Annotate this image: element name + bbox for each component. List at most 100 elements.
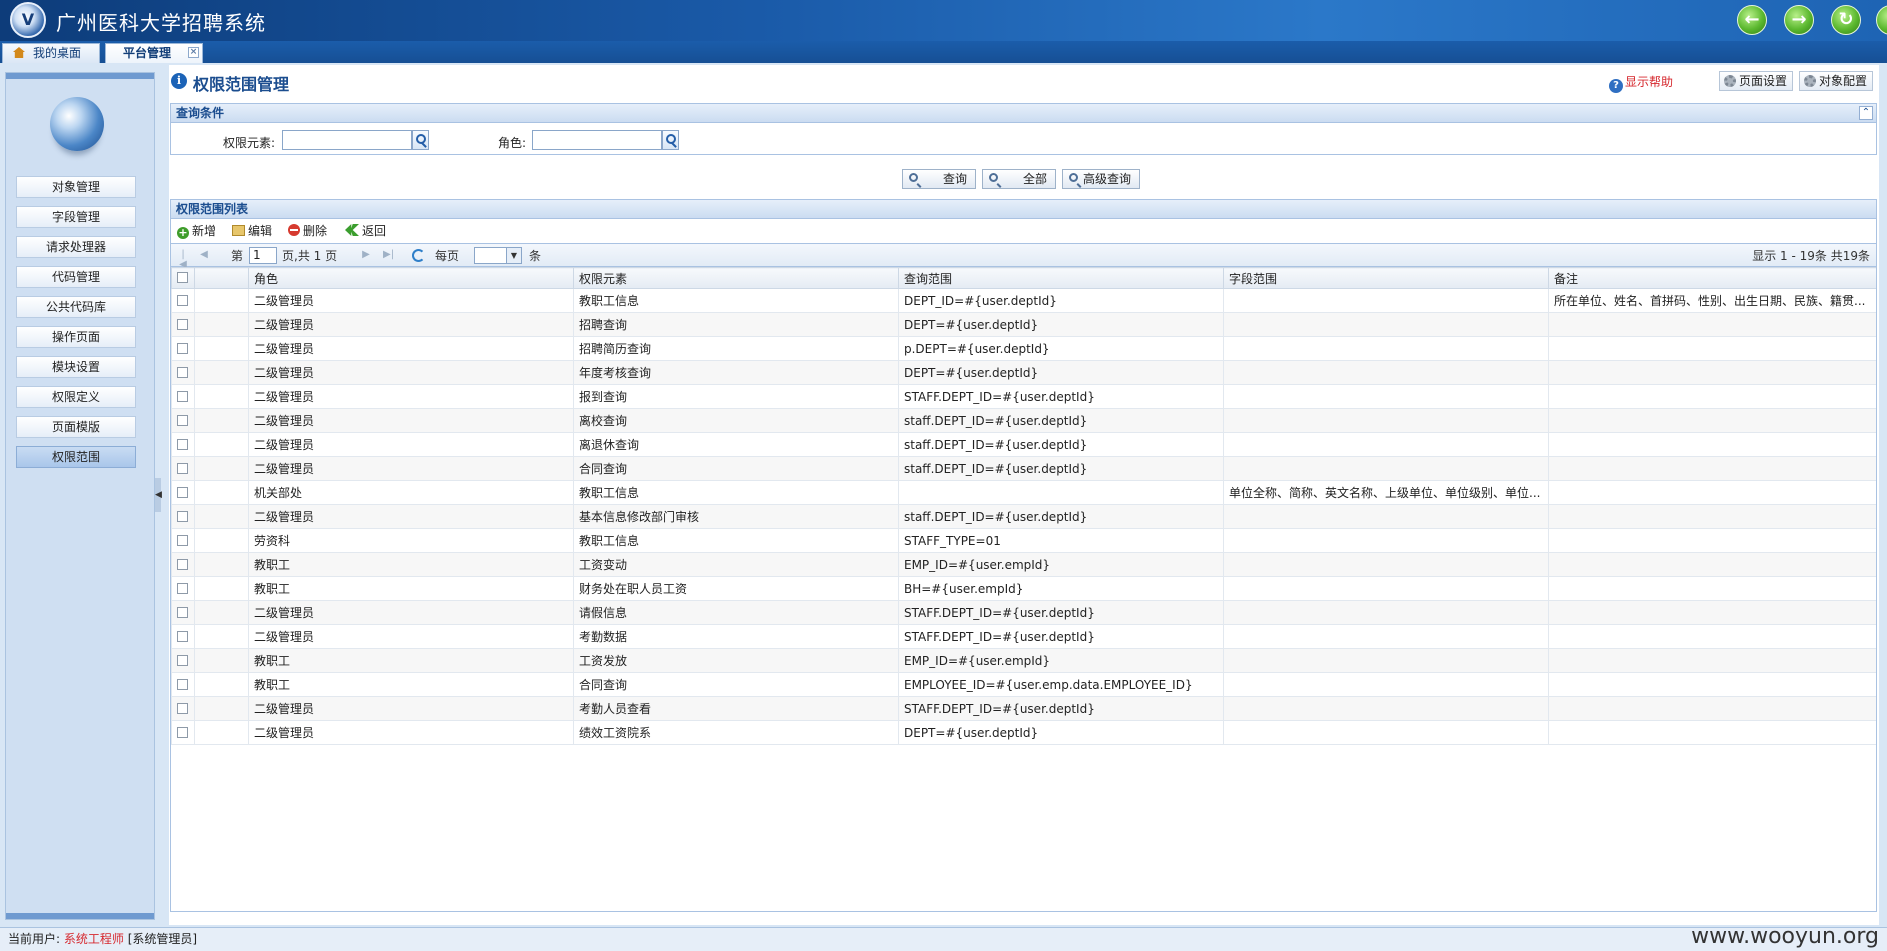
table-row[interactable]: 二级管理员 年度考核查询 DEPT=#{user.deptId} (171, 360, 1876, 385)
forward-arrow-icon[interactable]: → (1784, 5, 1814, 35)
sidebar-item-common-code-library[interactable]: 公共代码库 (16, 296, 136, 318)
row-checkbox[interactable] (177, 438, 188, 450)
close-icon[interactable]: × (188, 47, 199, 58)
page-settings-button[interactable]: 页面设置 (1718, 71, 1793, 91)
row-checkbox[interactable] (177, 582, 188, 594)
cell-element: 绩效工资院系 (573, 720, 899, 745)
row-checkbox[interactable] (177, 702, 188, 714)
sidebar-item-permission-definition[interactable]: 权限定义 (16, 386, 136, 408)
table-row[interactable]: 二级管理员 考勤人员查看 STAFF.DEPT_ID=#{user.deptId} (171, 696, 1876, 721)
row-checkbox[interactable] (177, 654, 188, 666)
cell-element: 合同查询 (573, 456, 899, 481)
tab-platform-management[interactable]: 平台管理 × (105, 43, 203, 63)
sidebar-item-object-management[interactable]: 对象管理 (16, 176, 136, 198)
table-row[interactable]: 劳资科 教职工信息 STAFF_TYPE=01 (171, 528, 1876, 553)
edit-button[interactable]: 编辑 (232, 223, 272, 239)
last-page-icon[interactable]: ▶| (383, 250, 394, 260)
table-row[interactable]: 二级管理员 招聘查询 DEPT=#{user.deptId} (171, 312, 1876, 337)
sidebar-item-code-management[interactable]: 代码管理 (16, 266, 136, 288)
current-user-name: 系统工程师 (63, 932, 124, 946)
row-checkbox[interactable] (177, 486, 188, 498)
permission-element-search-icon[interactable] (412, 130, 429, 150)
permission-element-label: 权限元素: (223, 136, 276, 150)
permission-element-input[interactable] (282, 130, 412, 150)
select-all-checkbox[interactable] (177, 272, 188, 283)
column-header-remarks[interactable]: 备注 (1548, 267, 1876, 289)
row-checkbox[interactable] (177, 318, 188, 330)
refresh-icon[interactable]: ↻ (1831, 5, 1861, 35)
row-select-cell (171, 360, 195, 385)
table-row[interactable]: 机关部处 教职工信息 单位全称、简称、英文名称、上级单位、单位级别、单位... (171, 480, 1876, 505)
next-page-icon[interactable]: ▶ (361, 250, 371, 260)
row-checkbox[interactable] (177, 678, 188, 690)
table-row[interactable]: 二级管理员 绩效工资院系 DEPT=#{user.deptId} (171, 720, 1876, 745)
sidebar-item-field-management[interactable]: 字段管理 (16, 206, 136, 228)
sidebar-collapse-handle[interactable]: ◀ (155, 478, 162, 512)
table-row[interactable]: 教职工 工资发放 EMP_ID=#{user.empId} (171, 648, 1876, 673)
row-checkbox[interactable] (177, 342, 188, 354)
row-select-cell (171, 576, 195, 601)
row-checkbox[interactable] (177, 630, 188, 642)
row-checkbox[interactable] (177, 462, 188, 474)
back-arrow-icon[interactable]: ← (1737, 5, 1767, 35)
table-row[interactable]: 二级管理员 离退休查询 staff.DEPT_ID=#{user.deptId} (171, 432, 1876, 457)
column-header-query-scope[interactable]: 查询范围 (898, 267, 1224, 289)
sidebar-item-permission-scope[interactable]: 权限范围 (16, 446, 136, 468)
query-button[interactable]: 查询 (902, 169, 976, 189)
sidebar-item-request-handler[interactable]: 请求处理器 (16, 236, 136, 258)
role-search-icon[interactable] (662, 130, 679, 150)
advanced-query-button[interactable]: 高级查询 (1062, 169, 1140, 189)
table-row[interactable]: 二级管理员 报到查询 STAFF.DEPT_ID=#{user.deptId} (171, 384, 1876, 409)
object-config-button[interactable]: 对象配置 (1798, 71, 1873, 91)
table-row[interactable]: 二级管理员 招聘简历查询 p.DEPT=#{user.deptId} (171, 336, 1876, 361)
all-button[interactable]: 全部 (982, 169, 1056, 189)
per-page-select[interactable] (474, 247, 522, 264)
column-header-element[interactable]: 权限元素 (573, 267, 899, 289)
prev-page-icon[interactable]: ◀ (199, 250, 209, 260)
sidebar-item-module-settings[interactable]: 模块设置 (16, 356, 136, 378)
add-button[interactable]: + 新增 (177, 223, 216, 239)
row-checkbox[interactable] (177, 510, 188, 522)
table-row[interactable]: 教职工 财务处在职人员工资 BH=#{user.empId} (171, 576, 1876, 601)
delete-button[interactable]: 删除 (288, 223, 327, 239)
row-checkbox[interactable] (177, 366, 188, 378)
row-select-cell (171, 528, 195, 553)
show-help-link[interactable]: ? 显示帮助 (1608, 73, 1673, 93)
cell-element: 工资变动 (573, 552, 899, 577)
pagination-summary: 显示 1 - 19条 共19条 (1752, 249, 1870, 263)
logout-icon[interactable] (1876, 5, 1887, 35)
table-row[interactable]: 二级管理员 离校查询 staff.DEPT_ID=#{user.deptId} (171, 408, 1876, 433)
cell-query-scope: staff.DEPT_ID=#{user.deptId} (898, 504, 1224, 529)
table-row[interactable]: 二级管理员 基本信息修改部门审核 staff.DEPT_ID=#{user.dept… (171, 504, 1876, 529)
first-page-icon[interactable]: |◀ (178, 250, 188, 270)
cell-query-scope: staff.DEPT_ID=#{user.deptId} (898, 432, 1224, 457)
page-number-input[interactable]: 1 (249, 247, 277, 264)
row-checkbox[interactable] (177, 726, 188, 738)
row-number-cell (194, 624, 249, 649)
row-checkbox[interactable] (177, 606, 188, 618)
row-checkbox[interactable] (177, 534, 188, 546)
sidebar-item-page-template[interactable]: 页面模版 (16, 416, 136, 438)
tab-my-desktop[interactable]: 我的桌面 (2, 43, 100, 63)
collapse-icon[interactable]: ⌃ (1859, 106, 1873, 120)
table-row[interactable]: 教职工 工资变动 EMP_ID=#{user.empId} (171, 552, 1876, 577)
table-row[interactable]: 教职工 合同查询 EMPLOYEE_ID=#{user.emp.data.EMPLO… (171, 672, 1876, 697)
table-row[interactable]: 二级管理员 考勤数据 STAFF.DEPT_ID=#{user.deptId} (171, 624, 1876, 649)
refresh-icon[interactable] (412, 249, 425, 262)
role-input[interactable] (532, 130, 662, 150)
row-checkbox[interactable] (177, 558, 188, 570)
row-select-cell (171, 600, 195, 625)
column-header-role[interactable]: 角色 (248, 267, 574, 289)
row-checkbox[interactable] (177, 294, 188, 306)
cell-role: 二级管理员 (248, 624, 574, 649)
query-panel-title: 查询条件 (176, 106, 225, 120)
back-button[interactable]: 返回 (345, 223, 386, 239)
table-row[interactable]: 二级管理员 合同查询 staff.DEPT_ID=#{user.deptId} (171, 456, 1876, 481)
sidebar-item-operation-page[interactable]: 操作页面 (16, 326, 136, 348)
globe-icon (50, 97, 104, 151)
column-header-field-scope[interactable]: 字段范围 (1223, 267, 1549, 289)
table-row[interactable]: 二级管理员 教职工信息 DEPT_ID=#{user.deptId} 所在单位、姓名、… (171, 288, 1876, 313)
row-checkbox[interactable] (177, 390, 188, 402)
row-checkbox[interactable] (177, 414, 188, 426)
table-row[interactable]: 二级管理员 请假信息 STAFF.DEPT_ID=#{user.deptId} (171, 600, 1876, 625)
